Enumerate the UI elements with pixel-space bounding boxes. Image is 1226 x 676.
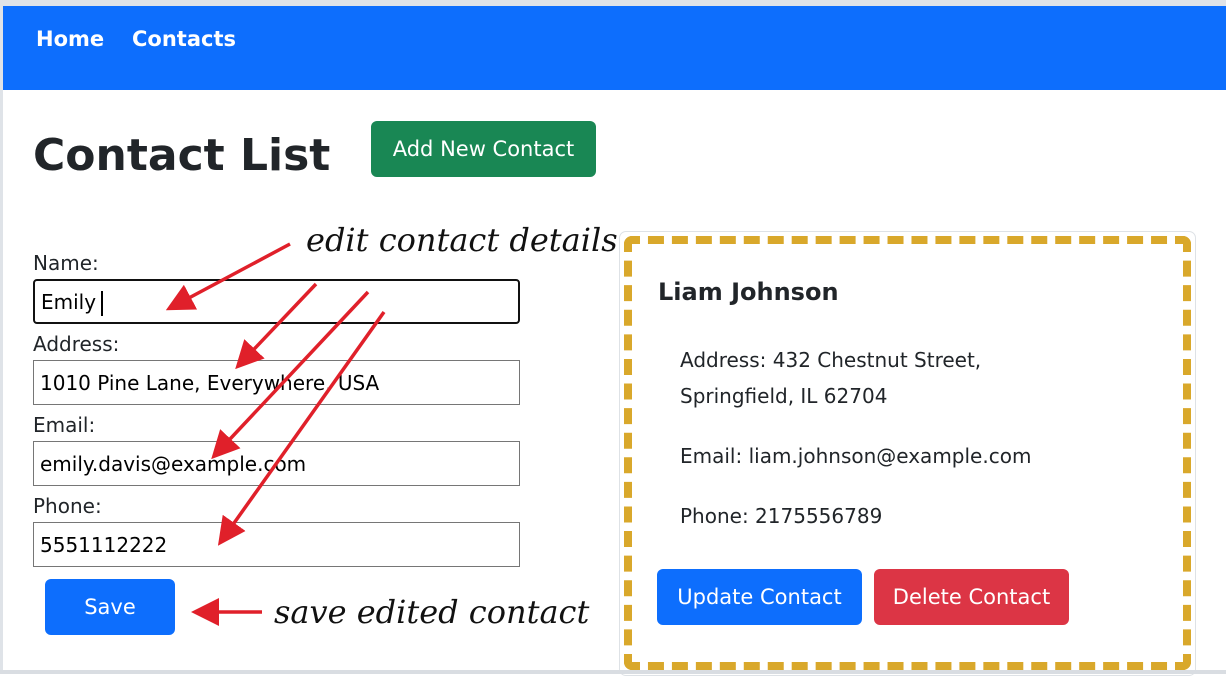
- address-label: Address:: [33, 332, 120, 356]
- email-label: Email:: [33, 413, 96, 437]
- arrow-to-phone-field: [217, 310, 386, 546]
- nav-link-home[interactable]: Home: [36, 26, 104, 52]
- contact-card-address-line1: Address: 432 Chestnut Street,: [680, 348, 982, 372]
- contact-card-address-line2: Springfield, IL 62704: [680, 384, 888, 408]
- name-label: Name:: [33, 251, 99, 275]
- page-title: Contact List: [33, 130, 331, 181]
- contact-card-email: Email: liam.johnson@example.com: [680, 444, 1032, 468]
- contact-card-name: Liam Johnson: [658, 278, 839, 306]
- window-left-edge: [0, 6, 3, 674]
- save-button[interactable]: Save: [45, 579, 175, 635]
- window-bottom-edge: [0, 670, 1226, 674]
- annotation-save-note: save edited contact: [274, 593, 590, 631]
- navbar: Home Contacts: [3, 6, 1226, 90]
- email-field[interactable]: [33, 441, 520, 486]
- nav-link-contacts[interactable]: Contacts: [132, 26, 236, 52]
- address-field[interactable]: [33, 360, 520, 405]
- add-new-contact-button[interactable]: Add New Contact: [371, 121, 596, 177]
- phone-field[interactable]: [33, 522, 520, 567]
- delete-contact-button[interactable]: Delete Contact: [874, 569, 1069, 625]
- text-caret: [101, 291, 103, 316]
- phone-label: Phone:: [33, 494, 102, 518]
- annotation-edit-note: edit contact details: [306, 221, 618, 259]
- contact-card-phone: Phone: 2175556789: [680, 504, 883, 528]
- update-contact-button[interactable]: Update Contact: [657, 569, 862, 625]
- name-field[interactable]: [33, 279, 520, 324]
